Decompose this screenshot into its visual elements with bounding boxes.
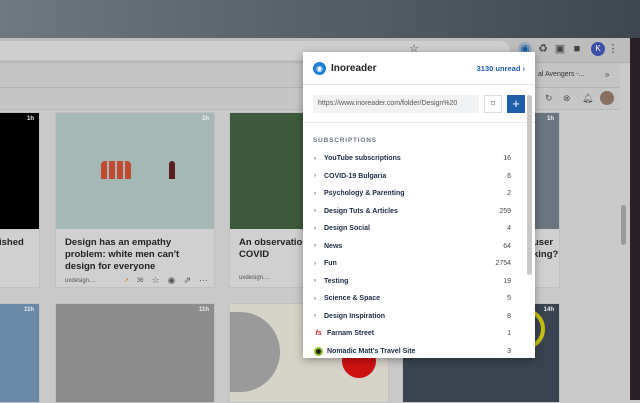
desktop-top	[0, 0, 640, 38]
article-age: 1h	[201, 116, 209, 122]
bookmark-icon: ⌑	[490, 98, 496, 108]
subscription-item[interactable]: › Design Social 4	[303, 220, 535, 238]
article-age: 11h	[198, 307, 209, 313]
article-title[interactable]: ished	[0, 237, 33, 249]
unread-count: 5	[507, 295, 511, 303]
bookmarks-overflow[interactable]: »	[605, 70, 609, 79]
subscription-name: Design Tuts & Articles	[324, 207, 398, 215]
chevron-right-icon[interactable]: ›	[314, 296, 324, 302]
translate-icon[interactable]: ▣	[553, 42, 567, 56]
subscription-item[interactable]: › Design Tuts & Articles 259	[303, 203, 535, 221]
trending-icon: ↗	[123, 278, 129, 284]
subscription-name: News	[324, 242, 343, 250]
chevron-right-icon[interactable]: ›	[314, 226, 324, 232]
bookmark-button[interactable]: ⌑	[484, 94, 502, 113]
subscription-name: Farnam Street	[327, 330, 375, 338]
star-icon[interactable]: ☆	[152, 275, 160, 286]
subscription-name: Psychology & Parenting	[324, 190, 405, 198]
article-image	[56, 113, 214, 229]
article-card[interactable]: 1h Design has an empathy problem: white …	[55, 112, 215, 288]
chevron-right-icon[interactable]: ›	[314, 313, 324, 319]
add-subscription-button[interactable]: +	[507, 94, 525, 113]
mark-read-icon[interactable]: ◉	[168, 275, 176, 286]
farnam-street-favicon: fs	[315, 330, 322, 338]
subscription-item[interactable]: Nomadic Matt's Travel Site 3	[303, 343, 535, 359]
unread-link[interactable]: 3130 unread ›	[477, 64, 525, 73]
chevron-right-icon[interactable]: ›	[314, 278, 324, 284]
refresh-icon[interactable]: ↻	[545, 93, 553, 104]
unread-count: 64	[503, 242, 511, 250]
unread-count: 16	[503, 155, 511, 163]
article-title[interactable]: Design has an empathy problem: white men…	[65, 237, 208, 273]
article-age: 1h	[26, 116, 34, 122]
inoreader-popup: ◉ Inoreader 3130 unread › https://www.in…	[303, 52, 535, 358]
avatar[interactable]: K	[591, 42, 605, 56]
unread-count: 3	[507, 347, 511, 355]
user-avatar[interactable]	[600, 91, 614, 105]
subscription-item[interactable]: › Testing 19	[303, 273, 535, 291]
nomadic-matt-favicon	[314, 346, 323, 356]
unread-count: 2754	[495, 260, 511, 268]
chevron-right-icon[interactable]: ›	[314, 243, 324, 249]
chevron-right-icon[interactable]: ›	[314, 208, 324, 214]
menu-icon[interactable]: ⋮	[606, 42, 620, 56]
subscription-item[interactable]: fs Farnam Street 1	[303, 325, 535, 343]
subscriptions-list: › YouTube subscriptions 16 › COVID-19 Bulga…	[303, 150, 535, 358]
article-card[interactable]: 1h ished	[0, 112, 40, 288]
unread-count: 8	[507, 312, 511, 320]
subscriptions-heading: SUBSCRIPTIONS	[313, 137, 377, 144]
subscription-name: YouTube subscriptions	[324, 155, 401, 163]
chevron-right-icon[interactable]: ›	[314, 156, 324, 162]
chevron-right-icon[interactable]: ›	[314, 173, 324, 179]
popup-scrollbar[interactable]	[527, 95, 532, 275]
subscription-item[interactable]: › Psychology & Parenting 2	[303, 185, 535, 203]
article-age: 11h	[23, 307, 34, 313]
terminal-icon[interactable]: ■	[570, 42, 584, 56]
article-card[interactable]: 11h	[0, 303, 40, 403]
unread-count: 2	[507, 190, 511, 198]
page-scrollbar[interactable]	[621, 205, 626, 245]
bell-icon[interactable]: 🔔︎	[582, 93, 593, 104]
subscription-name: Testing	[324, 277, 349, 285]
subscription-name: COVID-19 Bulgaria	[324, 172, 387, 180]
unread-count: 6	[507, 172, 511, 180]
brand-name: Inoreader	[331, 62, 377, 74]
unread-count: 1	[507, 330, 511, 338]
subscription-item[interactable]: › COVID-19 Bulgaria 6	[303, 168, 535, 186]
subscription-name: Science & Space	[324, 295, 381, 303]
popularity-count: 36	[136, 277, 144, 284]
subscription-item[interactable]: › Design Inspiration 8	[303, 308, 535, 326]
view-icon[interactable]: ⊗	[563, 93, 571, 104]
article-card[interactable]: 11h	[55, 303, 215, 403]
unread-count: 19	[503, 277, 511, 285]
chevron-right-icon[interactable]: ›	[314, 261, 324, 267]
subscription-item[interactable]: › Science & Space 5	[303, 290, 535, 308]
bookmark-item[interactable]: al Avengers -...	[538, 71, 585, 78]
subscription-item[interactable]: › News 64	[303, 238, 535, 256]
chevron-right-icon[interactable]: ›	[314, 191, 324, 197]
unread-count: 259	[499, 207, 511, 215]
article-age: 14h	[543, 307, 554, 313]
article-source[interactable]: uxdesign....	[239, 275, 270, 281]
article-image	[0, 113, 39, 229]
unread-count[interactable]: 3130 unread	[477, 64, 521, 73]
inoreader-logo-icon: ◉	[313, 61, 326, 75]
article-title[interactable]: user king?	[533, 237, 558, 261]
article-source[interactable]: uxdesign....	[65, 278, 116, 284]
more-icon[interactable]: ⋯	[199, 275, 208, 286]
desktop-background	[630, 38, 640, 400]
chevron-right-icon: ›	[522, 63, 526, 73]
recycle-icon[interactable]: ♻	[536, 42, 550, 56]
subscription-name: Nomadic Matt's Travel Site	[327, 347, 416, 355]
plus-icon: +	[512, 95, 520, 111]
share-icon[interactable]: ⇗	[183, 275, 191, 286]
subscription-name: Design Social	[324, 225, 370, 233]
url-field[interactable]: https://www.inoreader.com/folder/Design%…	[313, 94, 479, 113]
subscription-item[interactable]: › YouTube subscriptions 16	[303, 150, 535, 168]
subscription-name: Design Inspiration	[324, 312, 386, 320]
article-age: 1h	[546, 116, 554, 122]
subscription-item[interactable]: › Fun 2754	[303, 255, 535, 273]
subscription-name: Fun	[324, 260, 337, 268]
unread-count: 4	[507, 225, 511, 233]
